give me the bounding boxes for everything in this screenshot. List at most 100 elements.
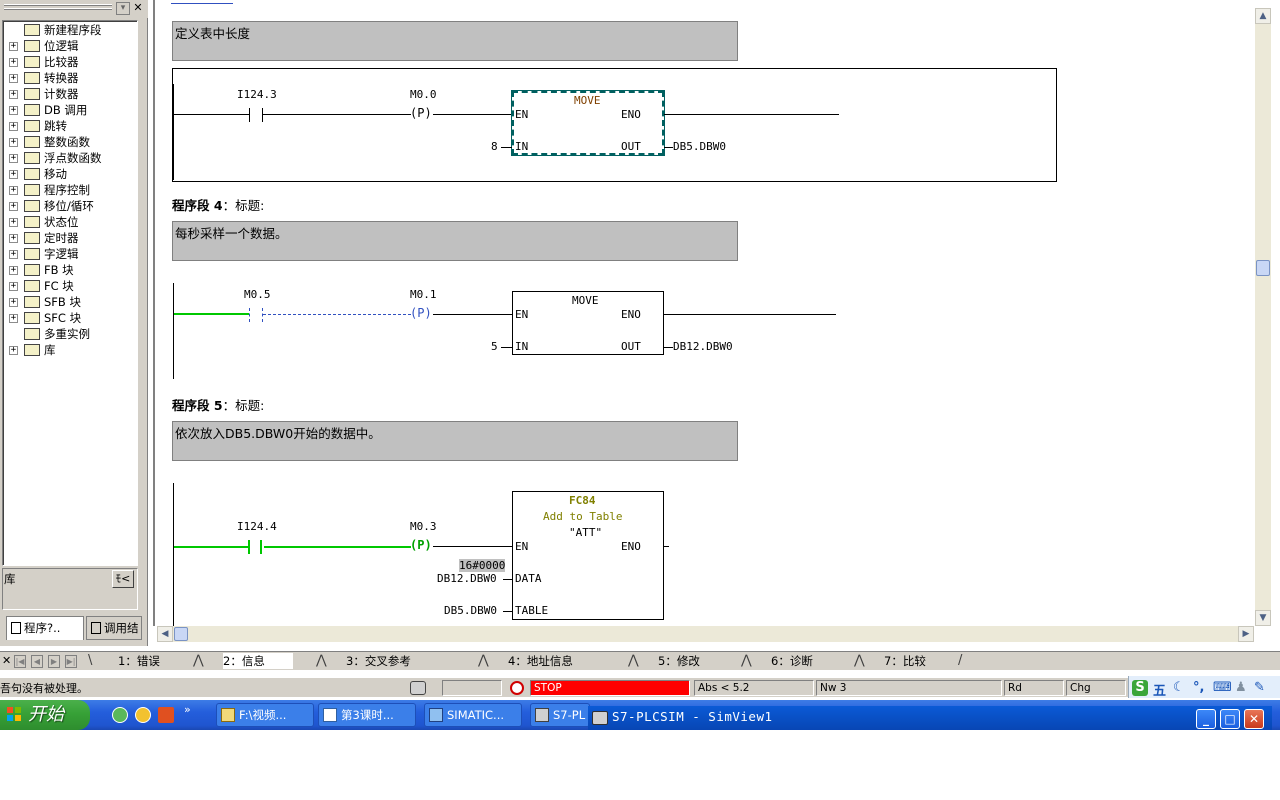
- editor-vertical-scrollbar[interactable]: ▲ ▼: [1255, 8, 1271, 626]
- user-icon[interactable]: ♟: [1235, 680, 1247, 695]
- wrench-icon[interactable]: ✎: [1254, 680, 1265, 695]
- expand-icon[interactable]: +: [9, 186, 18, 195]
- tree-item[interactable]: + 位逻辑: [3, 38, 137, 54]
- network-3-contact[interactable]: [249, 108, 263, 122]
- network-5-contact[interactable]: [248, 540, 262, 554]
- scroll-down-icon[interactable]: ▼: [1255, 610, 1271, 626]
- details-tab[interactable]: 3：交叉参考: [346, 653, 436, 669]
- network-5-p-coil[interactable]: (P): [410, 538, 432, 552]
- expand-icon[interactable]: +: [9, 314, 18, 323]
- quicklaunch-media-icon[interactable]: [158, 707, 174, 723]
- tab-call-structure[interactable]: 调用结: [86, 616, 142, 640]
- network-5-data-value[interactable]: DB12.DBW0: [437, 572, 497, 585]
- sogou-ime-icon[interactable]: S: [1132, 680, 1148, 696]
- task-plcsim[interactable]: S7-PL: [530, 703, 590, 727]
- tree-item[interactable]: 新建程序段: [3, 22, 137, 38]
- network-4-comment[interactable]: 每秒采样一个数据。: [172, 221, 738, 261]
- network-4-contact[interactable]: [249, 308, 263, 322]
- tree-item[interactable]: + 字逻辑: [3, 246, 137, 262]
- tree-item[interactable]: + 移位/循环: [3, 198, 137, 214]
- tree-item[interactable]: + SFC 块: [3, 310, 137, 326]
- last-tab-icon[interactable]: ▶|: [65, 655, 77, 668]
- expand-icon[interactable]: +: [9, 250, 18, 259]
- details-tab[interactable]: 7：比较: [884, 653, 946, 669]
- details-tab[interactable]: 1：错误: [118, 653, 180, 669]
- tree-item[interactable]: 多重实例: [3, 326, 137, 342]
- network-3-out-value[interactable]: DB5.DBW0: [673, 140, 726, 153]
- tree-item[interactable]: + 库: [3, 342, 137, 358]
- network-3-p-coil[interactable]: (P): [410, 106, 432, 120]
- panel-close-button[interactable]: ✕: [131, 2, 145, 15]
- details-tab[interactable]: 4：地址信息: [508, 653, 598, 669]
- expand-icon[interactable]: +: [9, 346, 18, 355]
- library-toggle-button[interactable]: ﾓ<: [112, 570, 134, 588]
- maximize-button[interactable]: □: [1220, 709, 1240, 729]
- network-4-p-coil[interactable]: (P): [410, 306, 432, 320]
- expand-icon[interactable]: +: [9, 138, 18, 147]
- expand-icon[interactable]: +: [9, 74, 18, 83]
- tree-item[interactable]: + 跳转: [3, 118, 137, 134]
- tree-item[interactable]: + FC 块: [3, 278, 137, 294]
- prev-tab-icon[interactable]: ◀: [31, 655, 43, 668]
- details-tab[interactable]: 6：诊断: [771, 653, 833, 669]
- editor-horizontal-scrollbar[interactable]: ◀ ▶: [157, 626, 1254, 642]
- network-5-table-value[interactable]: DB5.DBW0: [444, 604, 497, 617]
- vertical-scroll-thumb[interactable]: [1256, 260, 1270, 276]
- ime-mode-label[interactable]: 五: [1153, 680, 1166, 699]
- tree-item[interactable]: + SFB 块: [3, 294, 137, 310]
- tree-item[interactable]: + 计数器: [3, 86, 137, 102]
- tree-item[interactable]: + 比较器: [3, 54, 137, 70]
- minimize-button[interactable]: _: [1196, 709, 1216, 729]
- details-tab[interactable]: 5：修改: [658, 653, 720, 669]
- scroll-right-icon[interactable]: ▶: [1238, 626, 1254, 642]
- expand-icon[interactable]: +: [9, 154, 18, 163]
- tree-item[interactable]: + 浮点数函数: [3, 150, 137, 166]
- next-tab-icon[interactable]: ▶: [48, 655, 60, 668]
- lad-editor[interactable]: 定义表中长度 I124.3 M0.0 (P) MOVE EN ENO IN OU…: [153, 0, 1253, 626]
- expand-icon[interactable]: +: [9, 42, 18, 51]
- network-4-title[interactable]: 程序段 4：标题:: [172, 195, 264, 214]
- expand-icon[interactable]: +: [9, 170, 18, 179]
- quicklaunch-expand-icon[interactable]: »: [184, 703, 191, 716]
- network-5-comment[interactable]: 依次放入DB5.DBW0开始的数据中。: [172, 421, 738, 461]
- expand-icon[interactable]: +: [9, 122, 18, 131]
- tree-item[interactable]: + 状态位: [3, 214, 137, 230]
- tree-item[interactable]: + DB 调用: [3, 102, 137, 118]
- horizontal-scroll-thumb[interactable]: [174, 627, 188, 641]
- expand-icon[interactable]: +: [9, 298, 18, 307]
- network-3-comment[interactable]: 定义表中长度: [172, 21, 738, 61]
- tree-item[interactable]: + 转换器: [3, 70, 137, 86]
- expand-icon[interactable]: +: [9, 106, 18, 115]
- tree-item[interactable]: + 移动: [3, 166, 137, 182]
- expand-icon[interactable]: +: [9, 90, 18, 99]
- details-tab[interactable]: 2：信息: [223, 653, 293, 669]
- scroll-left-icon[interactable]: ◀: [157, 626, 173, 642]
- tree-item[interactable]: + 定时器: [3, 230, 137, 246]
- network-5-title[interactable]: 程序段 5：标题:: [172, 395, 264, 414]
- quicklaunch-app-icon[interactable]: [135, 707, 151, 723]
- tree-item[interactable]: + 程序控制: [3, 182, 137, 198]
- task-document[interactable]: 第3课时...: [318, 703, 416, 727]
- first-tab-icon[interactable]: |◀: [14, 655, 26, 668]
- panel-dropdown-button[interactable]: ▾: [116, 2, 130, 15]
- scroll-up-icon[interactable]: ▲: [1255, 8, 1271, 24]
- close-details-icon[interactable]: ✕: [2, 655, 11, 668]
- network-4-in-value[interactable]: 5: [491, 340, 498, 353]
- punctuation-icon[interactable]: °,: [1193, 680, 1204, 695]
- tree-item[interactable]: + 整数函数: [3, 134, 137, 150]
- keyboard-icon[interactable]: ⌨: [1213, 680, 1232, 695]
- expand-icon[interactable]: +: [9, 282, 18, 291]
- expand-icon[interactable]: +: [9, 58, 18, 67]
- expand-icon[interactable]: +: [9, 202, 18, 211]
- tree-item[interactable]: + FB 块: [3, 262, 137, 278]
- close-button[interactable]: ✕: [1244, 709, 1264, 729]
- expand-icon[interactable]: +: [9, 266, 18, 275]
- task-folder[interactable]: F:\视频...: [216, 703, 314, 727]
- moon-icon[interactable]: ☾: [1173, 680, 1185, 695]
- task-simatic[interactable]: SIMATIC...: [424, 703, 522, 727]
- network-4-out-value[interactable]: DB12.DBW0: [673, 340, 733, 353]
- tab-program-elements[interactable]: 程序?..: [6, 616, 84, 640]
- expand-icon[interactable]: +: [9, 218, 18, 227]
- network-3-in-value[interactable]: 8: [491, 140, 498, 153]
- expand-icon[interactable]: +: [9, 234, 18, 243]
